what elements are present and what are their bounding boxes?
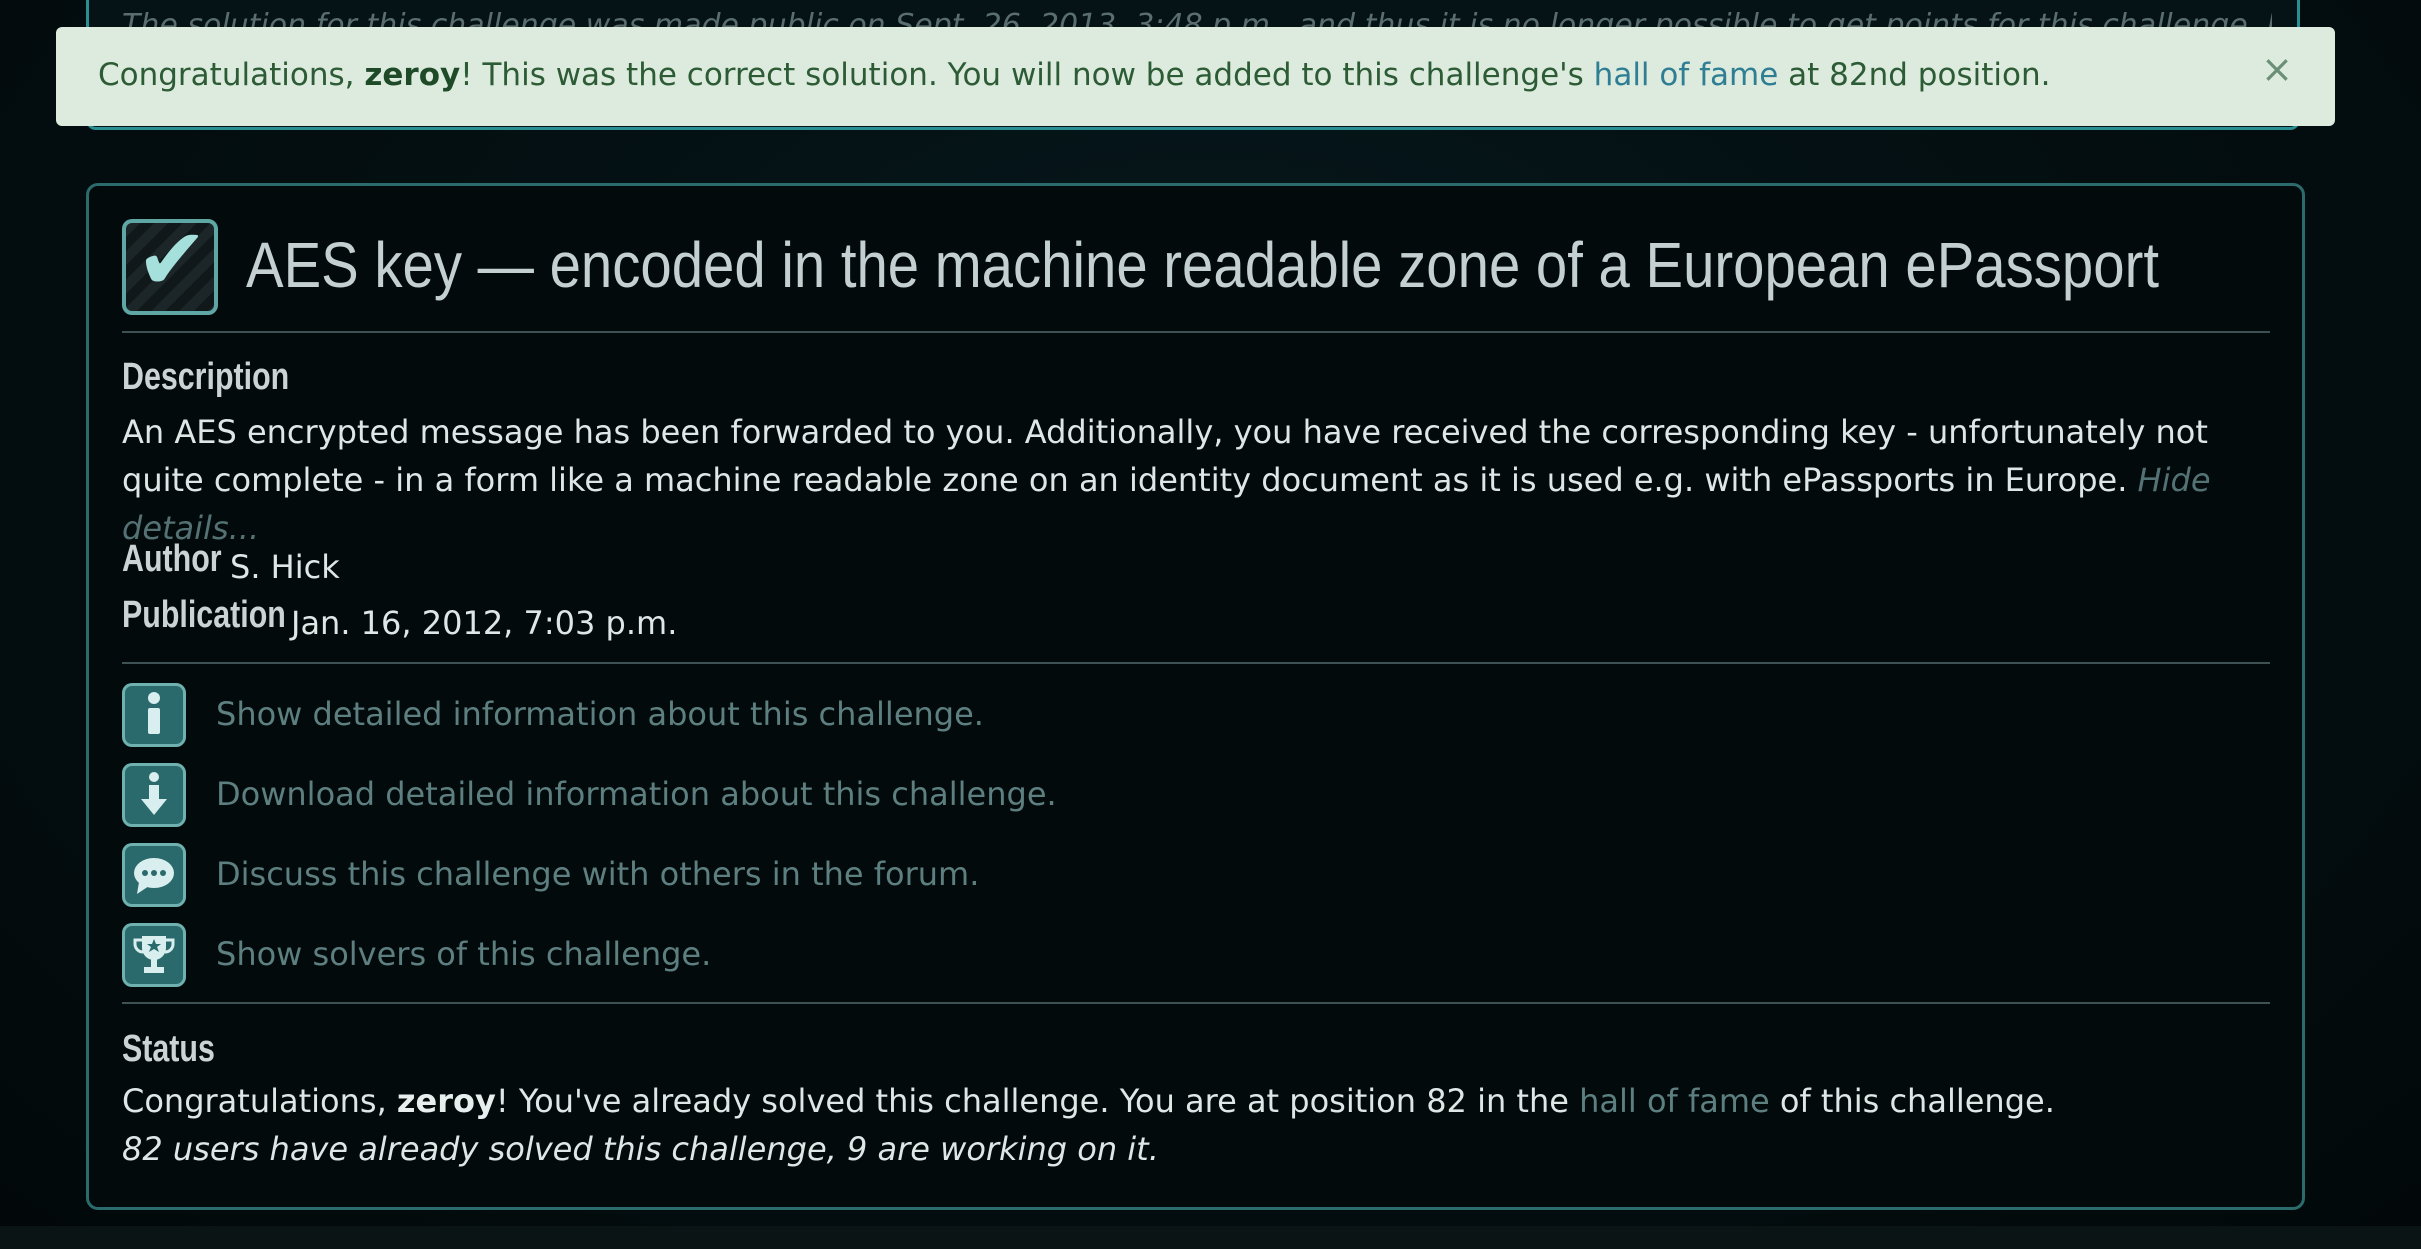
status-hall-of-fame-link[interactable]: hall of fame (1579, 1082, 1770, 1120)
description-label: Description (122, 356, 290, 398)
publication-label: Publication (122, 594, 286, 636)
solvers-count-text: 82 users have already solved this challe… (122, 1130, 1159, 1168)
close-icon[interactable]: × (2261, 47, 2293, 91)
status-label: Status (122, 1028, 215, 1070)
author-label: Author (122, 538, 222, 580)
status-username: zeroy (396, 1082, 496, 1120)
challenge-title: AES key — encoded in the machine readabl… (246, 229, 2159, 301)
description-text: An AES encrypted message has been forwar… (122, 413, 2211, 547)
show-solvers-link[interactable]: Show solvers of this challenge. (216, 935, 711, 973)
divider (122, 1002, 2270, 1004)
download-icon[interactable] (122, 763, 186, 827)
success-alert: Congratulations, zeroy! This was the cor… (56, 27, 2335, 126)
publication-value: Jan. 16, 2012, 7:03 p.m. (291, 604, 678, 642)
divider (122, 662, 2270, 664)
show-details-link[interactable]: Show detailed information about this cha… (216, 695, 984, 733)
info-icon[interactable] (122, 683, 186, 747)
alert-hall-of-fame-link[interactable]: hall of fame (1594, 57, 1779, 93)
alert-message: Congratulations, zeroy! This was the cor… (98, 57, 2051, 93)
alert-username: zeroy (364, 57, 461, 93)
footer-bar (0, 1226, 2421, 1249)
status-message: Congratulations, zeroy! You've already s… (122, 1082, 2055, 1120)
chat-icon[interactable] (122, 843, 186, 907)
forum-discussion-link[interactable]: Discuss this challenge with others in th… (216, 855, 979, 893)
author-value: S. Hick (230, 548, 340, 586)
solved-check-icon: ✔ (122, 217, 218, 315)
divider (122, 331, 2270, 333)
trophy-icon[interactable] (122, 923, 186, 987)
download-details-link[interactable]: Download detailed information about this… (216, 775, 1057, 813)
